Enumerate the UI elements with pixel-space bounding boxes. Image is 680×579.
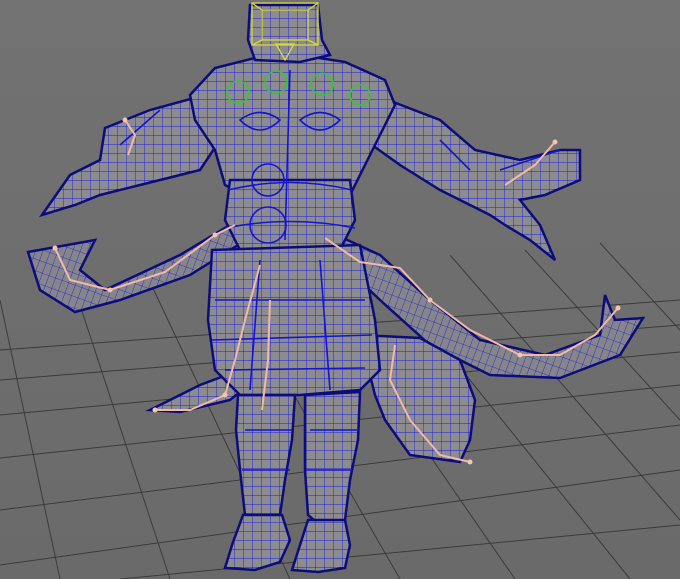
- torso-mesh[interactable]: [188, 53, 397, 202]
- left-foot-mesh[interactable]: [223, 513, 292, 572]
- left-sash-mesh[interactable]: [26, 223, 240, 314]
- left-leg-mesh[interactable]: [234, 393, 297, 522]
- hip-armor-mesh[interactable]: [206, 243, 382, 397]
- right-foot-mesh[interactable]: [290, 518, 352, 574]
- viewport-canvas[interactable]: [0, 0, 680, 579]
- right-arm-mesh[interactable]: [363, 93, 582, 261]
- right-leg-mesh[interactable]: [303, 390, 362, 527]
- 3d-viewport[interactable]: [0, 0, 680, 579]
- belt-mesh[interactable]: [223, 178, 357, 252]
